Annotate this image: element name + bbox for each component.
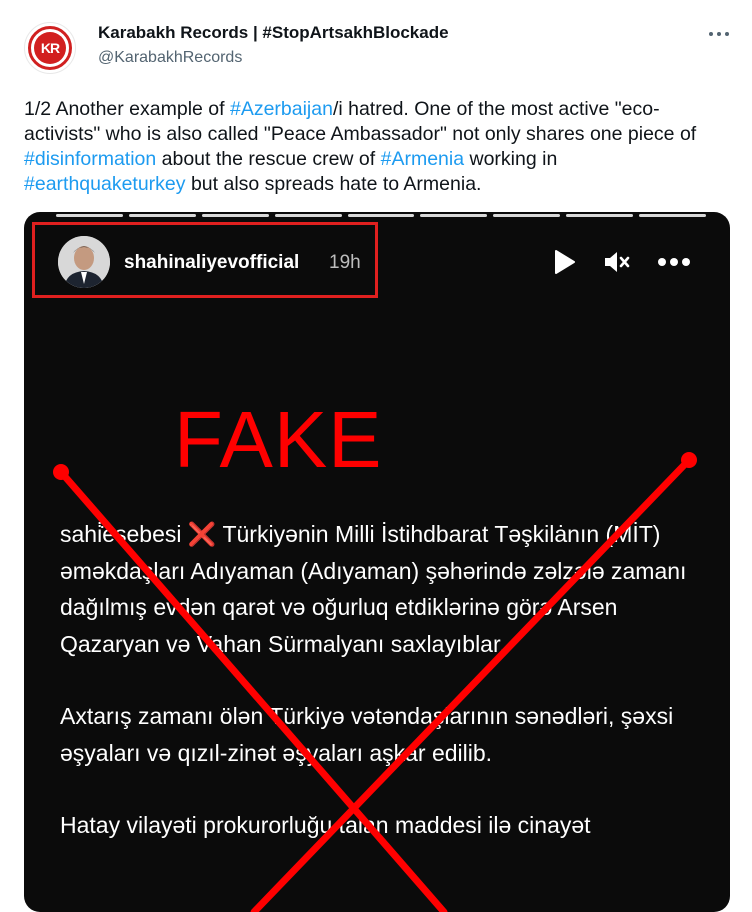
fake-stamp: FAKE: [174, 395, 383, 484]
tweet-text-segment: 1/2 Another example of: [24, 98, 230, 120]
tweet-text-segment: but also spreads hate to Armenia.: [185, 173, 482, 195]
tweet: KR Karabakh Records | #StopArtsakhBlocka…: [0, 0, 752, 912]
tweet-text: 1/2 Another example of #Azerbaijan/i hat…: [24, 97, 724, 197]
tweet-media-story[interactable]: shahinaliyevofficial 19h FAKE sahi̇̇eseb…: [24, 212, 730, 912]
hashtag-link[interactable]: #Armenia: [381, 148, 464, 170]
more-horizontal-icon[interactable]: [656, 248, 696, 276]
logo-ring: KR: [28, 26, 72, 70]
hashtag-link[interactable]: #Azerbaijan: [230, 98, 333, 120]
story-caption: sahi̇̇esebesi ❌ Türkiyənin Milli İstihdb…: [60, 516, 720, 880]
tweet-text-segment: about the rescue crew of: [156, 148, 381, 170]
mute-icon[interactable]: [602, 248, 632, 276]
user-handle[interactable]: @KarabakhRecords: [98, 49, 242, 67]
story-progress-bar: [56, 214, 707, 217]
avatar-logo-text: KR: [34, 32, 66, 64]
play-icon[interactable]: [550, 248, 580, 276]
story-paragraph: Axtarış zamanı ölən Türkiyə vətəndaşları…: [60, 703, 674, 766]
ellipsis-icon[interactable]: [704, 22, 734, 46]
tweet-text-segment: working in: [464, 148, 558, 170]
hashtag-link[interactable]: #disinformation: [24, 148, 156, 170]
display-name[interactable]: Karabakh Records | #StopArtsakhBlockade: [98, 23, 449, 43]
account-avatar[interactable]: KR: [24, 22, 76, 74]
highlight-box: [32, 222, 378, 298]
hashtag-link[interactable]: #earthquaketurkey: [24, 173, 186, 195]
story-paragraph: Hatay vilayəti prokurorluğu talan maddes…: [60, 812, 591, 838]
story-paragraph: sahi̇̇esebesi ❌ Türkiyənin Milli İstihdb…: [60, 521, 687, 657]
